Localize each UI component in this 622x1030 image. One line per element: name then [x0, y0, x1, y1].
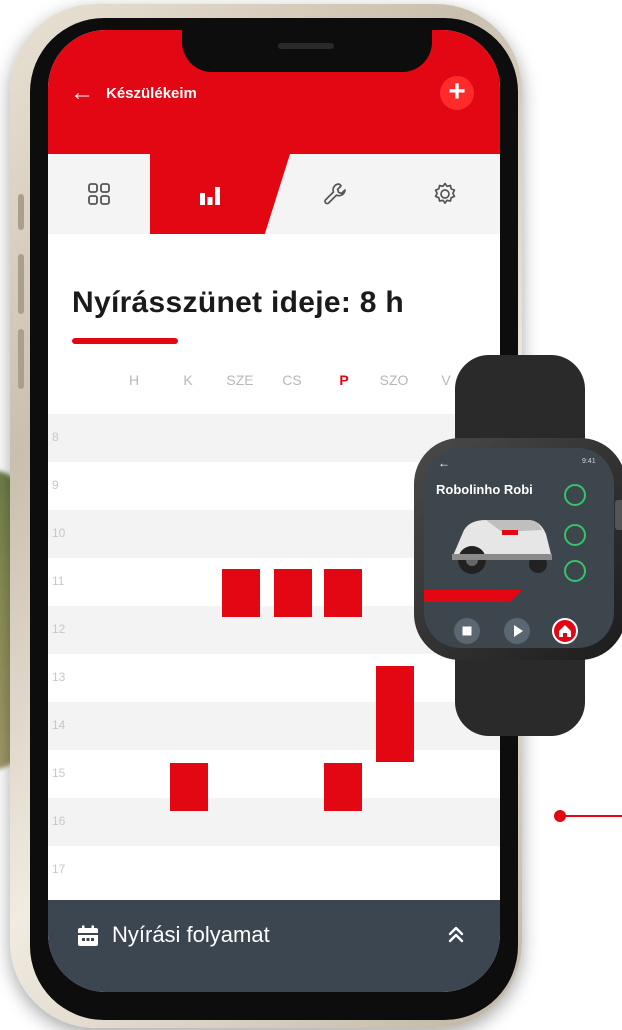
wrench-icon: [324, 183, 346, 205]
hour-label: 8: [52, 430, 59, 444]
pause-slot-sze-11[interactable]: [222, 569, 260, 617]
battery-status-icon: [564, 484, 586, 506]
callout-line: [560, 815, 622, 817]
pause-slot-cs-11[interactable]: [274, 569, 312, 617]
phone-volume-button: [18, 254, 24, 314]
gear-icon: [434, 182, 456, 204]
stop-button[interactable]: [454, 618, 480, 644]
day-label-szo[interactable]: SZO: [374, 372, 414, 388]
watch-time: 9:41: [582, 458, 596, 465]
hour-label: 12: [52, 622, 66, 636]
hour-label: 16: [52, 814, 66, 828]
hour-label: 9: [52, 478, 59, 492]
hour-label: 14: [52, 718, 66, 732]
home-icon: [559, 625, 571, 637]
hour-label: 11: [52, 574, 65, 588]
header-title: Készülékeim: [106, 85, 197, 102]
day-label-p[interactable]: P: [324, 372, 364, 388]
double-chevron-up-icon[interactable]: [446, 924, 466, 944]
bottom-bar-label: Nyírási folyamat: [112, 922, 270, 947]
grid-icon: [88, 183, 110, 205]
hour-label: 15: [52, 766, 66, 780]
calendar-icon: [78, 925, 98, 946]
watch-strap-top: [455, 355, 585, 445]
phone-speaker: [278, 43, 334, 49]
pause-slot-p-11[interactable]: [324, 569, 362, 617]
tab-grid[interactable]: [48, 154, 150, 234]
watch-back-icon[interactable]: ←: [438, 456, 450, 470]
mower-status-icon: [564, 524, 586, 546]
smartwatch-screen: ← 9:41 Robolinho Robi: [424, 448, 614, 648]
day-label-sze[interactable]: SZE: [220, 372, 260, 388]
watch-crown[interactable]: [615, 500, 622, 530]
pause-slot-p-15[interactable]: [324, 763, 362, 811]
add-device-button[interactable]: +: [440, 76, 474, 110]
hour-label: 13: [52, 670, 66, 684]
pause-slot-szo-13[interactable]: [376, 666, 414, 762]
hour-label: 17: [52, 862, 66, 876]
pause-slot-k-15[interactable]: [170, 763, 208, 811]
day-label-cs[interactable]: CS: [272, 372, 312, 388]
title-underline: [72, 338, 178, 344]
tab-tools[interactable]: [280, 154, 390, 234]
phone-notch: [182, 30, 432, 72]
hour-label: 10: [52, 526, 66, 540]
tab-settings[interactable]: [390, 154, 500, 234]
phone-side-button: [18, 194, 24, 230]
home-button[interactable]: [552, 618, 578, 644]
bottom-bar[interactable]: Nyírási folyamat: [48, 900, 500, 992]
tab-stats[interactable]: [150, 154, 270, 234]
hour-row: 13: [48, 654, 500, 702]
hour-row: 16: [48, 798, 500, 846]
play-icon: [514, 625, 523, 637]
hour-row: 17: [48, 846, 500, 900]
tab-bar: [48, 154, 500, 234]
callout-dot: [554, 810, 566, 822]
day-label-h[interactable]: H: [114, 372, 154, 388]
hour-row: 14: [48, 702, 500, 750]
watch-title: Robolinho Robi: [436, 482, 533, 497]
watch-status-strip: [424, 590, 522, 602]
wifi-status-icon: [564, 560, 586, 582]
arrow-left-icon[interactable]: ←: [70, 81, 94, 105]
stop-icon: [462, 626, 472, 636]
mower-image: [452, 520, 552, 574]
phone-volume-button: [18, 329, 24, 389]
bar-chart-icon: [200, 187, 220, 205]
hour-row: 15: [48, 750, 500, 798]
play-button[interactable]: [504, 618, 530, 644]
day-label-k[interactable]: K: [168, 372, 208, 388]
page-title: Nyírásszünet ideje: 8 h: [72, 286, 405, 319]
